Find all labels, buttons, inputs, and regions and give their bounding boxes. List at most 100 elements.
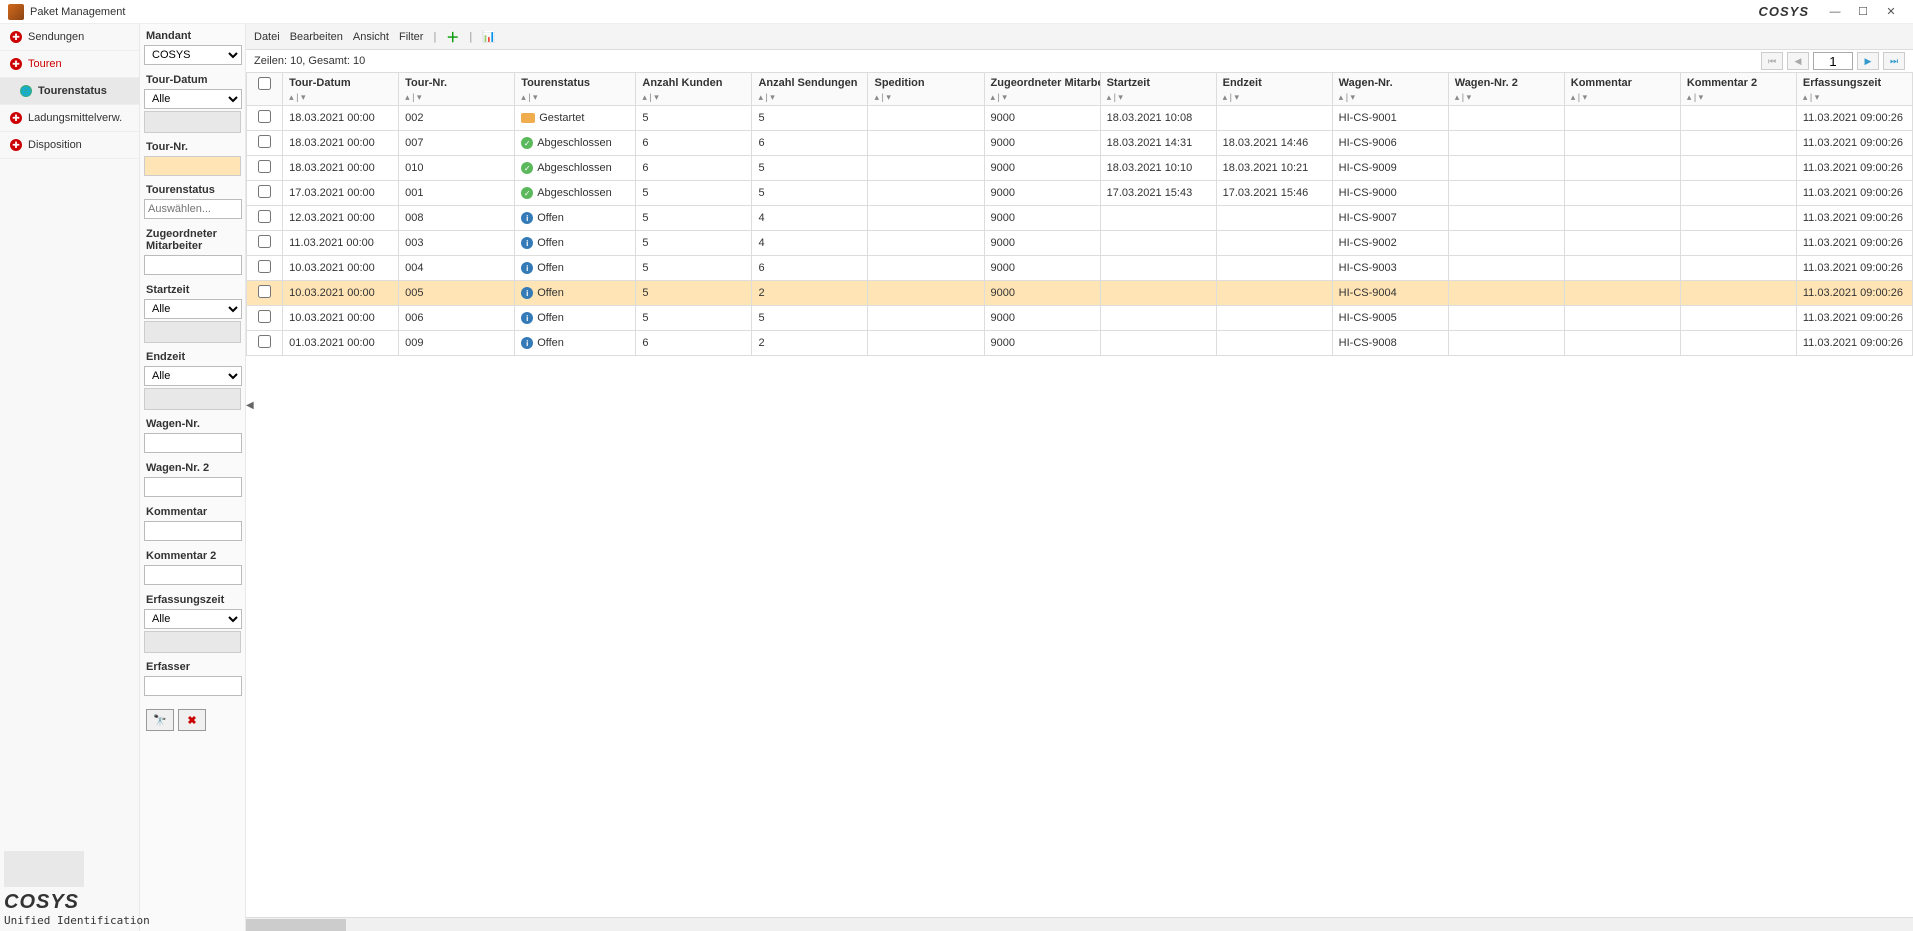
col-header-anzahl-sendungen[interactable]: Anzahl Sendungen▴ | ▾ [752, 73, 868, 106]
table-row[interactable]: 18.03.2021 00:00010✓Abgeschlossen6590001… [247, 156, 1913, 181]
row-checkbox[interactable] [258, 135, 271, 148]
row-checkbox[interactable] [258, 110, 271, 123]
row-checkbox[interactable] [258, 285, 271, 298]
menu-datei[interactable]: Datei [254, 31, 280, 43]
pager-prev[interactable]: ◀ [1787, 52, 1809, 70]
add-button[interactable]: ＋ [446, 27, 459, 46]
filter-endzeit-select[interactable]: Alle [144, 366, 242, 386]
col-header-tourenstatus[interactable]: Tourenstatus▴ | ▾ [515, 73, 636, 106]
filter-wagennr-input[interactable] [144, 433, 242, 453]
cell-sendungen: 5 [752, 181, 868, 206]
menu-filter[interactable]: Filter [399, 31, 423, 43]
app-icon [8, 4, 24, 20]
col-header-endzeit[interactable]: Endzeit▴ | ▾ [1216, 73, 1332, 106]
cell-sendungen: 5 [752, 306, 868, 331]
close-button[interactable]: ✕ [1877, 2, 1905, 22]
cell-wagennr: HI-CS-9009 [1332, 156, 1448, 181]
search-button[interactable]: 🔭 [146, 709, 174, 731]
row-checkbox[interactable] [258, 335, 271, 348]
row-checkbox[interactable] [258, 210, 271, 223]
nav-item-ladungsmittelverw-[interactable]: ✚Ladungsmittelverw. [0, 105, 139, 132]
nav-item-touren[interactable]: ✚Touren [0, 51, 139, 78]
col-header-startzeit[interactable]: Startzeit▴ | ▾ [1100, 73, 1216, 106]
menu-ansicht[interactable]: Ansicht [353, 31, 389, 43]
cell-startzeit [1100, 331, 1216, 356]
col-header-zugeordneter-mitarbe[interactable]: Zugeordneter Mitarbe▴ | ▾ [984, 73, 1100, 106]
filter-erfassungszeit-select[interactable]: Alle [144, 609, 242, 629]
filter-tournr-input[interactable] [144, 156, 241, 176]
col-header-kommentar-2[interactable]: Kommentar 2▴ | ▾ [1680, 73, 1796, 106]
panel-collapse-toggle[interactable]: ◀ [246, 400, 254, 408]
cell-nr: 006 [399, 306, 515, 331]
nav-item-sendungen[interactable]: ✚Sendungen [0, 24, 139, 51]
info-icon: i [521, 212, 533, 224]
filter-erfasser-input[interactable] [144, 676, 242, 696]
filter-tourenstatus-input[interactable] [144, 199, 242, 219]
col-header-anzahl-kunden[interactable]: Anzahl Kunden▴ | ▾ [636, 73, 752, 106]
table-row[interactable]: 11.03.2021 00:00003iOffen549000HI-CS-900… [247, 231, 1913, 256]
cell-kommentar2 [1680, 231, 1796, 256]
cell-datum: 18.03.2021 00:00 [283, 156, 399, 181]
select-all-checkbox[interactable] [258, 77, 271, 90]
horizontal-scrollbar[interactable] [246, 917, 1913, 931]
filter-wagennr2-input[interactable] [144, 477, 242, 497]
row-checkbox[interactable] [258, 160, 271, 173]
col-header-wagen-nr-[interactable]: Wagen-Nr.▴ | ▾ [1332, 73, 1448, 106]
table-row[interactable]: 01.03.2021 00:00009iOffen629000HI-CS-900… [247, 331, 1913, 356]
row-checkbox[interactable] [258, 235, 271, 248]
cell-wagennr: HI-CS-9002 [1332, 231, 1448, 256]
menu-bearbeiten[interactable]: Bearbeiten [290, 31, 343, 43]
nav-item-tourenstatus[interactable]: 🌐Tourenstatus [0, 78, 139, 105]
table-row[interactable]: 10.03.2021 00:00004iOffen569000HI-CS-900… [247, 256, 1913, 281]
minimize-button[interactable]: — [1821, 2, 1849, 22]
filter-kommentar-label: Kommentar [142, 504, 243, 520]
col-header-erfassungszeit[interactable]: Erfassungszeit▴ | ▾ [1796, 73, 1912, 106]
cell-nr: 004 [399, 256, 515, 281]
col-header-spedition[interactable]: Spedition▴ | ▾ [868, 73, 984, 106]
pager: ⏮ ◀ ▶ ⏭ [1761, 52, 1905, 70]
table-row[interactable]: 18.03.2021 00:00007✓Abgeschlossen6690001… [247, 131, 1913, 156]
cell-mitarbeiter: 9000 [984, 131, 1100, 156]
pager-next[interactable]: ▶ [1857, 52, 1879, 70]
row-checkbox[interactable] [258, 310, 271, 323]
cell-kommentar2 [1680, 106, 1796, 131]
maximize-button[interactable]: ☐ [1849, 2, 1877, 22]
col-header-kommentar[interactable]: Kommentar▴ | ▾ [1564, 73, 1680, 106]
filter-kommentar-input[interactable] [144, 521, 242, 541]
cell-wagennr2 [1448, 181, 1564, 206]
check-icon: ✓ [521, 162, 533, 174]
plus-icon: ✚ [10, 31, 22, 43]
table-row[interactable]: 10.03.2021 00:00005iOffen529000HI-CS-900… [247, 281, 1913, 306]
cell-kunden: 5 [636, 281, 752, 306]
table-row[interactable]: 10.03.2021 00:00006iOffen559000HI-CS-900… [247, 306, 1913, 331]
clear-button[interactable]: ✖ [178, 709, 206, 731]
table-row[interactable]: 17.03.2021 00:00001✓Abgeschlossen5590001… [247, 181, 1913, 206]
col-header-tour-nr-[interactable]: Tour-Nr.▴ | ▾ [399, 73, 515, 106]
filter-mitarbeiter-input[interactable] [144, 255, 242, 275]
cell-kommentar [1564, 206, 1680, 231]
filter-kommentar2-input[interactable] [144, 565, 242, 585]
cell-endzeit: 18.03.2021 14:46 [1216, 131, 1332, 156]
footer-brand: COSYS [4, 891, 150, 914]
pager-first[interactable]: ⏮ [1761, 52, 1783, 70]
cell-wagennr: HI-CS-9005 [1332, 306, 1448, 331]
filter-tourdatum-select[interactable]: Alle [144, 89, 242, 109]
export-icon[interactable]: 📊 [482, 30, 496, 44]
nav-item-disposition[interactable]: ✚Disposition [0, 132, 139, 159]
col-header-tour-datum[interactable]: Tour-Datum▴ | ▾ [283, 73, 399, 106]
pager-page-input[interactable] [1813, 52, 1853, 70]
cell-kunden: 5 [636, 181, 752, 206]
row-checkbox[interactable] [258, 185, 271, 198]
filter-startzeit-select[interactable]: Alle [144, 299, 242, 319]
cell-nr: 007 [399, 131, 515, 156]
table-row[interactable]: 12.03.2021 00:00008iOffen549000HI-CS-900… [247, 206, 1913, 231]
cell-status: iOffen [515, 256, 636, 281]
table-row[interactable]: 18.03.2021 00:00002Gestartet55900018.03.… [247, 106, 1913, 131]
col-header-wagen-nr-2[interactable]: Wagen-Nr. 2▴ | ▾ [1448, 73, 1564, 106]
row-checkbox[interactable] [258, 260, 271, 273]
filter-mandant-select[interactable]: COSYS [144, 45, 242, 65]
pager-last[interactable]: ⏭ [1883, 52, 1905, 70]
cell-kommentar2 [1680, 281, 1796, 306]
cell-status: iOffen [515, 331, 636, 356]
cell-mitarbeiter: 9000 [984, 331, 1100, 356]
